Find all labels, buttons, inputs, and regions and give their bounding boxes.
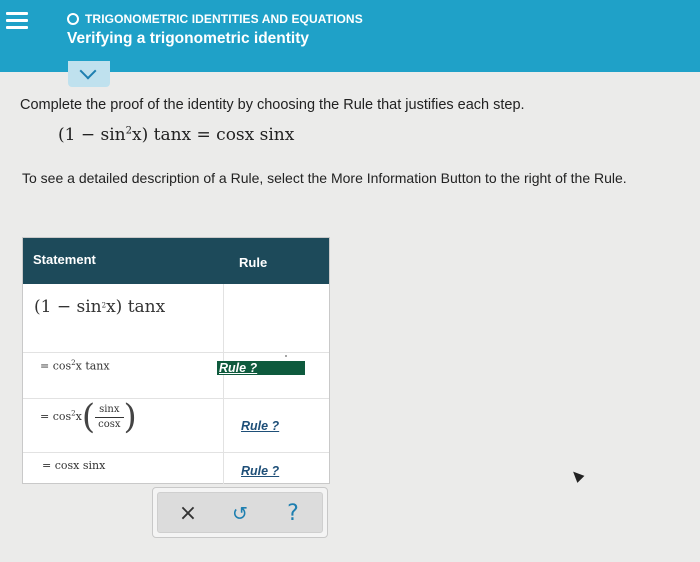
left-paren: (	[81, 397, 96, 437]
statement-text: = cosx sinx	[42, 459, 106, 472]
topic-line: TRIGONOMETRIC IDENTITIES AND EQUATIONS	[67, 10, 363, 28]
identity-open: (1 − sin	[58, 125, 126, 145]
fraction: sinx cosx	[95, 403, 124, 432]
identity-expression: (1 − sin2x) tanx = cosx sinx	[58, 125, 294, 145]
undo-icon: ↺	[232, 502, 248, 525]
undo-button[interactable]: ↺	[220, 493, 260, 534]
chevron-down-icon	[79, 62, 97, 80]
statement-row-1: (1 − sin2x) tanx	[34, 297, 165, 317]
circle-outline-icon	[67, 13, 79, 25]
rule-button-step-2[interactable]: Rule ?	[217, 361, 305, 375]
collapse-toggle-button[interactable]	[68, 61, 110, 87]
instruction-text: Complete the proof of the identity by ch…	[20, 97, 525, 113]
identity-close: x) tanx = cosx sinx	[132, 125, 295, 145]
fraction-denominator: cosx	[98, 418, 121, 430]
row-divider	[23, 452, 329, 453]
right-paren: )	[123, 397, 137, 437]
rule-button-step-4[interactable]: Rule ?	[241, 464, 279, 478]
hamburger-menu-icon[interactable]	[6, 10, 28, 32]
rule-header: Rule	[239, 255, 268, 270]
statement-row-2: = cos2x tanx	[40, 359, 110, 373]
toolbar-panel: × ↺ ?	[157, 492, 323, 533]
rule-button-step-3[interactable]: Rule ?	[241, 419, 279, 433]
mouse-cursor-icon	[569, 468, 585, 483]
statement-text: = cos	[40, 359, 72, 373]
statement-text: x) tanx	[106, 297, 166, 317]
close-icon: ×	[178, 501, 198, 526]
statement-header: Statement	[33, 252, 96, 267]
table-header: Statement Rule	[23, 238, 329, 284]
fraction-numerator: sinx	[95, 403, 124, 418]
info-dot	[285, 355, 287, 357]
statement-text: x tanx	[75, 359, 110, 373]
row-divider	[23, 398, 329, 399]
lesson-title: Verifying a trigonometric identity	[67, 30, 310, 47]
statement-row-4: = cosx sinx	[42, 459, 105, 472]
row-divider	[23, 352, 329, 353]
action-toolbar: × ↺ ?	[152, 487, 328, 538]
column-divider	[223, 284, 224, 484]
clear-button[interactable]: ×	[168, 493, 208, 534]
statement-text: = cos	[40, 410, 72, 423]
statement-row-3: = cos2x(sinx cosx)	[40, 400, 137, 434]
rule-info-text: To see a detailed description of a Rule,…	[22, 170, 627, 186]
question-mark-icon: ?	[287, 501, 299, 526]
statement-text: (1 − sin	[34, 297, 102, 317]
topic-label: TRIGONOMETRIC IDENTITIES AND EQUATIONS	[85, 12, 363, 26]
help-button[interactable]: ?	[273, 493, 313, 534]
